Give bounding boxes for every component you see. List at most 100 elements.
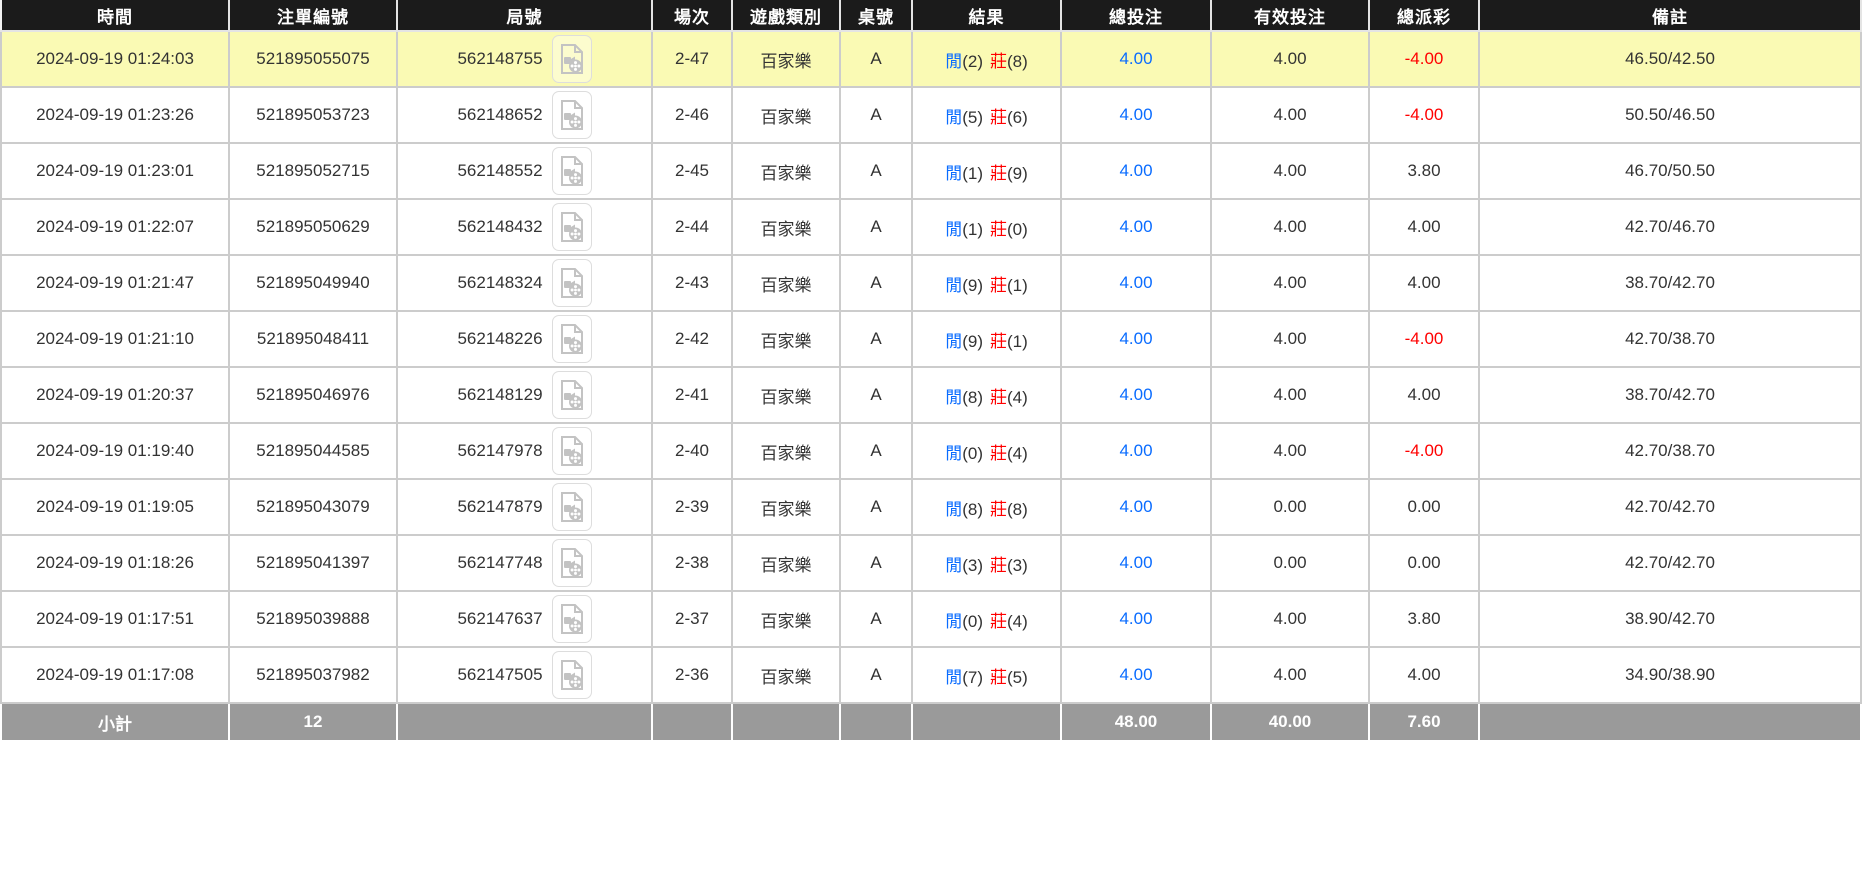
- cell-time: 2024-09-19 01:23:01: [0, 142, 230, 200]
- result-banker-value: (4): [1007, 611, 1028, 631]
- cell-session: 2-38: [651, 534, 733, 592]
- result-player-value: (0): [962, 611, 983, 631]
- result-banker-value: (4): [1007, 387, 1028, 407]
- cell-table-id: A: [839, 86, 913, 144]
- subtotal-session-cell: [651, 702, 733, 740]
- result-player-label: 閒: [945, 331, 963, 351]
- video-replay-button[interactable]: [551, 203, 592, 251]
- cell-note: 46.70/50.50: [1478, 142, 1862, 200]
- cell-session: 2-39: [651, 478, 733, 536]
- cell-valid-bet: 0.00: [1210, 534, 1370, 592]
- round-number: 562147879: [457, 497, 543, 516]
- video-file-icon: [560, 99, 583, 130]
- video-replay-button[interactable]: [551, 147, 592, 195]
- result-banker-value: (8): [1007, 499, 1028, 519]
- cell-payout: 0.00: [1368, 478, 1480, 536]
- video-replay-button[interactable]: [551, 371, 592, 419]
- cell-session: 2-41: [651, 366, 733, 424]
- cell-bet-id: 521895043079: [228, 478, 398, 536]
- cell-bet-id: 521895041397: [228, 534, 398, 592]
- result-player-label: 閒: [945, 107, 963, 127]
- cell-table-id: A: [839, 30, 913, 88]
- cell-session: 2-40: [651, 422, 733, 480]
- result-banker-value: (1): [1007, 331, 1028, 351]
- result-banker-value: (1): [1007, 275, 1028, 295]
- cell-total-bet: 4.00: [1060, 366, 1212, 424]
- total-bet-link[interactable]: 4.00: [1119, 665, 1152, 684]
- col-header-time: 時間: [0, 0, 230, 32]
- cell-total-bet: 4.00: [1060, 646, 1212, 704]
- total-bet-link[interactable]: 4.00: [1119, 553, 1152, 572]
- table-row: 2024-09-19 01:20:37 521895046976 5621481…: [0, 366, 1862, 424]
- result-banker-label: 莊: [990, 107, 1007, 127]
- result-player-value: (0): [962, 443, 983, 463]
- cell-session: 2-44: [651, 198, 733, 256]
- total-bet-link[interactable]: 4.00: [1119, 609, 1152, 628]
- video-replay-button[interactable]: [551, 539, 592, 587]
- total-bet-link[interactable]: 4.00: [1119, 217, 1152, 236]
- video-replay-button[interactable]: [551, 483, 592, 531]
- cell-game-type: 百家樂: [731, 142, 841, 200]
- result-banker-value: (9): [1007, 163, 1028, 183]
- cell-table-id: A: [839, 590, 913, 648]
- cell-valid-bet: 4.00: [1210, 86, 1370, 144]
- table-row: 2024-09-19 01:21:10 521895048411 5621482…: [0, 310, 1862, 368]
- total-bet-link[interactable]: 4.00: [1119, 385, 1152, 404]
- result-player-value: (1): [962, 163, 983, 183]
- cell-round-id: 562148652: [396, 86, 653, 144]
- cell-payout: 3.80: [1368, 142, 1480, 200]
- cell-payout: -4.00: [1368, 86, 1480, 144]
- cell-session: 2-42: [651, 310, 733, 368]
- total-bet-link[interactable]: 4.00: [1119, 161, 1152, 180]
- cell-valid-bet: 4.00: [1210, 422, 1370, 480]
- video-replay-button[interactable]: [551, 259, 592, 307]
- cell-table-id: A: [839, 310, 913, 368]
- result-banker-value: (6): [1007, 107, 1028, 127]
- result-player-value: (9): [962, 331, 983, 351]
- video-replay-button[interactable]: [551, 651, 592, 699]
- total-bet-link[interactable]: 4.00: [1119, 273, 1152, 292]
- video-replay-button[interactable]: [551, 315, 592, 363]
- cell-total-bet: 4.00: [1060, 254, 1212, 312]
- cell-bet-id: 521895046976: [228, 366, 398, 424]
- cell-note: 42.70/38.70: [1478, 310, 1862, 368]
- col-header-valid-bet: 有效投注: [1210, 0, 1370, 32]
- cell-bet-id: 521895044585: [228, 422, 398, 480]
- cell-session: 2-45: [651, 142, 733, 200]
- total-bet-link[interactable]: 4.00: [1119, 105, 1152, 124]
- video-replay-button[interactable]: [551, 427, 592, 475]
- result-banker-label: 莊: [990, 275, 1007, 295]
- result-player-value: (3): [962, 555, 983, 575]
- result-player-label: 閒: [945, 667, 963, 687]
- cell-total-bet: 4.00: [1060, 30, 1212, 88]
- cell-result: 閒(2) 莊(8): [911, 30, 1062, 88]
- subtotal-payout: 7.60: [1368, 702, 1480, 740]
- total-bet-link[interactable]: 4.00: [1119, 49, 1152, 68]
- video-replay-button[interactable]: [551, 35, 592, 83]
- cell-payout: -4.00: [1368, 30, 1480, 88]
- total-bet-link[interactable]: 4.00: [1119, 441, 1152, 460]
- cell-game-type: 百家樂: [731, 646, 841, 704]
- cell-bet-id: 521895037982: [228, 646, 398, 704]
- subtotal-bet-count: 12: [228, 702, 398, 740]
- table-row: 2024-09-19 01:19:05 521895043079 5621478…: [0, 478, 1862, 536]
- cell-valid-bet: 4.00: [1210, 198, 1370, 256]
- video-replay-button[interactable]: [551, 91, 592, 139]
- round-number: 562148652: [457, 105, 543, 124]
- cell-time: 2024-09-19 01:21:10: [0, 310, 230, 368]
- video-file-icon: [560, 547, 583, 578]
- result-banker-label: 莊: [990, 163, 1007, 183]
- result-banker-label: 莊: [990, 499, 1007, 519]
- total-bet-link[interactable]: 4.00: [1119, 329, 1152, 348]
- cell-time: 2024-09-19 01:19:05: [0, 478, 230, 536]
- video-replay-button[interactable]: [551, 595, 592, 643]
- cell-note: 42.70/42.70: [1478, 478, 1862, 536]
- cell-round-id: 562148432: [396, 198, 653, 256]
- round-number: 562148755: [457, 49, 543, 68]
- video-file-icon: [560, 323, 583, 354]
- cell-result: 閒(0) 莊(4): [911, 422, 1062, 480]
- col-header-table-id: 桌號: [839, 0, 913, 32]
- cell-time: 2024-09-19 01:24:03: [0, 30, 230, 88]
- cell-bet-id: 521895050629: [228, 198, 398, 256]
- total-bet-link[interactable]: 4.00: [1119, 497, 1152, 516]
